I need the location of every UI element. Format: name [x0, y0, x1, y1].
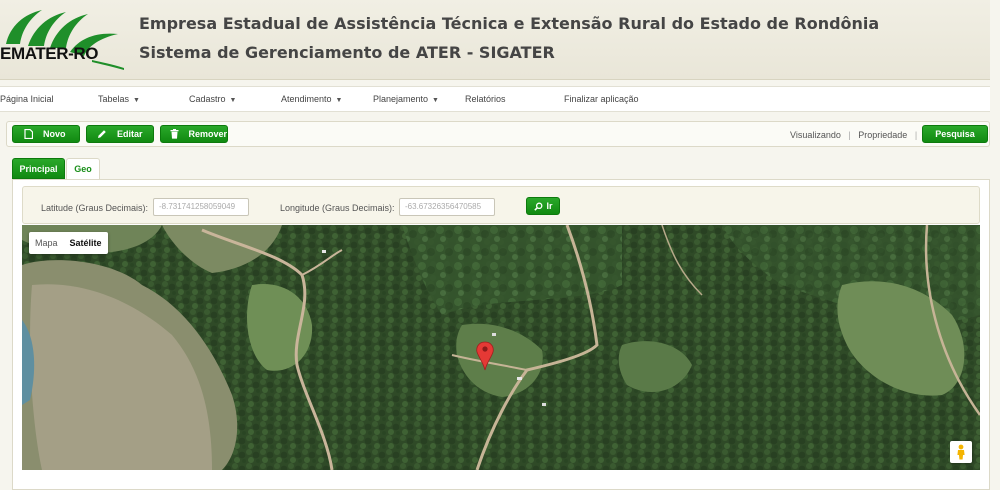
caret-down-icon: ▼ [229, 97, 237, 104]
nav-item-service[interactable]: Atendimento ▼ [281, 94, 342, 104]
map-type-control: Mapa Satélite [29, 232, 108, 254]
go-button-label: Ir [546, 201, 553, 211]
search-button-label: Pesquisa [935, 129, 975, 139]
new-button-label: Novo [43, 129, 66, 139]
longitude-input[interactable]: -63.67326356470585 [399, 198, 495, 216]
nav-item-label: Planejamento [373, 94, 429, 104]
breadcrumb-property[interactable]: Propriedade [858, 130, 907, 140]
nav-item-label: Cadastro [189, 94, 226, 104]
trash-icon [169, 129, 180, 139]
remove-button-label: Remover [188, 129, 227, 139]
caret-down-icon: ▼ [335, 97, 343, 104]
breadcrumb-separator: | [909, 130, 918, 140]
toolbar: Novo Editar Remover Visualizando | Propr… [6, 121, 990, 147]
latitude-input[interactable]: -8.731741258059049 [153, 198, 249, 216]
latitude-label: Latitude (Graus Decimais): [41, 203, 149, 213]
breadcrumb: Visualizando | Propriedade | [790, 130, 917, 140]
nav-item-label: Finalizar aplicação [564, 94, 639, 104]
nav-item-register[interactable]: Cadastro ▼ [189, 94, 236, 104]
nav-item-label: Atendimento [281, 94, 332, 104]
tab-geo[interactable]: Geo [66, 158, 100, 179]
satellite-map[interactable] [22, 225, 980, 470]
page-subtitle: Sistema de Gerenciamento de ATER - SIGAT… [139, 43, 555, 62]
map-type-satellite[interactable]: Satélite [64, 232, 108, 254]
edit-button-label: Editar [117, 129, 143, 139]
nav-item-planning[interactable]: Planejamento ▼ [373, 94, 439, 104]
tab-principal[interactable]: Principal [12, 158, 65, 179]
go-button[interactable]: Ir [526, 197, 560, 215]
app-window: EMATER-RO Empresa Estadual de Assistênci… [0, 0, 1000, 490]
breadcrumb-separator: | [843, 130, 856, 140]
tab-label: Geo [74, 164, 92, 174]
nav-item-label: Tabelas [98, 94, 130, 104]
caret-down-icon: ▼ [432, 97, 439, 104]
search-button[interactable]: Pesquisa [922, 125, 988, 143]
page-title: Empresa Estadual de Assistência Técnica … [139, 14, 880, 33]
nav-item-reports[interactable]: Relatórios [465, 94, 506, 104]
edit-button[interactable]: Editar [86, 125, 154, 143]
pencil-icon [95, 129, 109, 139]
longitude-label: Longitude (Graus Decimais): [280, 203, 395, 213]
nav-item-label: Relatórios [465, 94, 506, 104]
document-icon [21, 129, 35, 139]
main-nav: Página Inicial Tabelas ▼ Cadastro ▼ Atendi… [0, 86, 990, 112]
tab-label: Principal [19, 163, 58, 174]
caret-down-icon: ▼ [133, 97, 140, 104]
nav-item-home[interactable]: Página Inicial [0, 94, 54, 104]
breadcrumb-view: Visualizando [790, 130, 841, 140]
logo-text: EMATER-RO [0, 44, 99, 63]
nav-item-logout[interactable]: Finalizar aplicação [564, 94, 639, 104]
pegman-icon[interactable] [950, 441, 972, 463]
header: EMATER-RO Empresa Estadual de Assistênci… [0, 0, 990, 80]
new-button[interactable]: Novo [12, 125, 80, 143]
nav-item-tables[interactable]: Tabelas ▼ [98, 94, 140, 104]
search-icon [533, 202, 543, 211]
coordinates-form: Latitude (Graus Decimais): -8.7317412580… [22, 186, 980, 224]
nav-item-label: Página Inicial [0, 94, 54, 104]
map-imagery [22, 225, 980, 470]
map-type-map[interactable]: Mapa [29, 232, 64, 254]
remove-button[interactable]: Remover [160, 125, 228, 143]
